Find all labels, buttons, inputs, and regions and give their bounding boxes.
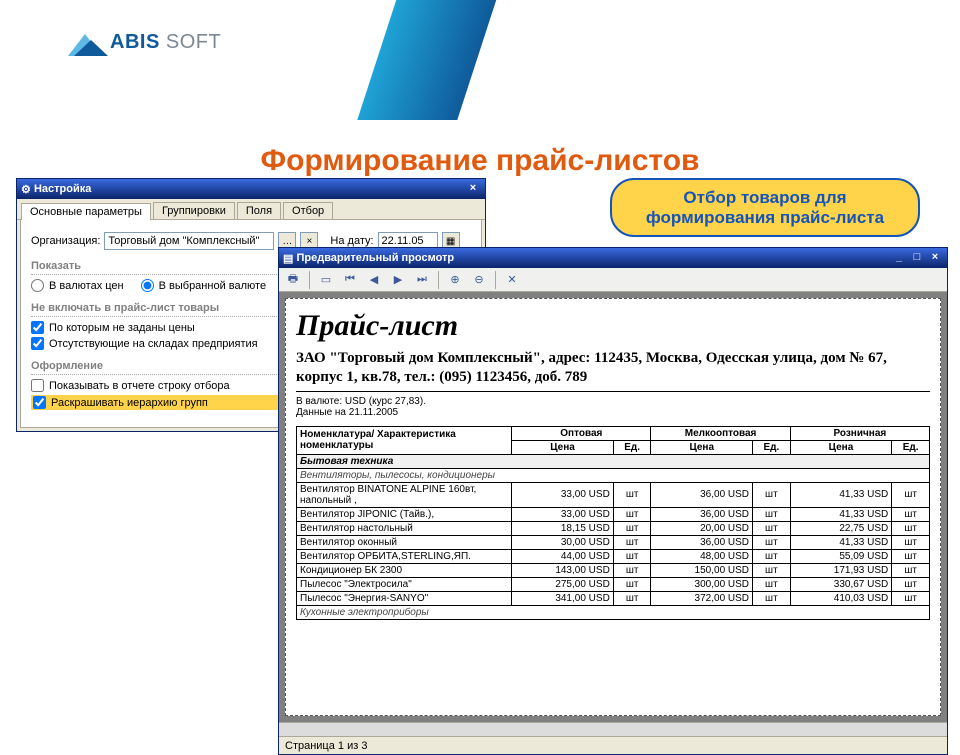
col-name: Номенклатура/ Характеристика номенклатур… xyxy=(297,426,512,454)
print-icon[interactable]: 🖶 xyxy=(283,270,303,290)
page-viewport[interactable]: Прайс-лист ЗАО "Торговый дом Комплексный… xyxy=(279,292,947,722)
tab-fields[interactable]: Поля xyxy=(237,202,281,219)
preview-window: ▤ Предварительный просмотр _ □ × 🖶 ▭ ⏮ ◀… xyxy=(278,247,948,755)
table-row: Кондиционер БК 2300143,00 USDшт150,00 US… xyxy=(297,563,930,577)
price-table: Номенклатура/ Характеристика номенклатур… xyxy=(296,426,930,620)
preview-toolbar: 🖶 ▭ ⏮ ◀ ▶ ⏭ ⊕ ⊖ ✕ xyxy=(279,268,947,292)
close-icon[interactable]: × xyxy=(465,182,481,196)
price-sheet: Прайс-лист ЗАО "Торговый дом Комплексный… xyxy=(285,298,941,716)
col-unit-1: Ед. xyxy=(613,440,651,454)
col-retail: Розничная xyxy=(790,426,929,440)
radio1-label: В валютах цен xyxy=(49,280,124,292)
window-icon: ⚙ xyxy=(21,183,31,196)
date-label: На дату: xyxy=(330,235,373,247)
chk4-label: Раскрашивать иерархию групп xyxy=(51,397,208,409)
col-price-1: Цена xyxy=(512,440,614,454)
settings-titlebar[interactable]: ⚙ Настройка × xyxy=(17,179,485,199)
chk-colorize-groups[interactable] xyxy=(33,396,46,409)
col-price-3: Цена xyxy=(790,440,892,454)
table-row: Вентилятор BINATONE ALPINE 160вт, наполь… xyxy=(297,482,930,507)
group-row: Бытовая техника xyxy=(297,454,930,468)
page-setup-icon[interactable]: ▭ xyxy=(316,270,336,290)
chk3-label: Показывать в отчете строку отбора xyxy=(49,380,230,392)
logo-text: ABIS SOFT xyxy=(110,31,221,54)
table-row: Пылесос "Энергия-SANYO"341,00 USDшт372,0… xyxy=(297,591,930,605)
table-row: Вентилятор JIPONIC (Тайв.),33,00 USDшт36… xyxy=(297,507,930,521)
company-info: ЗАО "Торговый дом Комплексный", адрес: 1… xyxy=(296,349,930,392)
next-page-icon[interactable]: ▶ xyxy=(388,270,408,290)
date-line: Данные на 21.11.2005 xyxy=(296,407,398,418)
table-row: Вентилятор оконный30,00 USDшт36,00 USDшт… xyxy=(297,535,930,549)
close-preview-icon[interactable]: ✕ xyxy=(502,270,522,290)
decorative-slant xyxy=(357,0,502,120)
zoom-in-icon[interactable]: ⊕ xyxy=(445,270,465,290)
page-status: Страница 1 из 3 xyxy=(285,740,367,752)
minimize-icon[interactable]: _ xyxy=(891,251,907,265)
radio2-label: В выбранной валюте xyxy=(159,280,266,292)
table-row: Пылесос "Электросила"275,00 USDшт300,00 … xyxy=(297,577,930,591)
brand-logo: ABIS SOFT xyxy=(68,28,221,56)
chk-out-of-stock[interactable] xyxy=(31,337,44,350)
callout-bubble: Отбор товаров для формирования прайс-лис… xyxy=(610,178,920,237)
subgroup-row: Вентиляторы, пылесосы, кондиционеры xyxy=(297,468,930,482)
col-small-wholesale: Мелкооптовая xyxy=(651,426,790,440)
logo-mark-icon xyxy=(68,28,102,56)
chk-no-prices[interactable] xyxy=(31,321,44,334)
chk2-label: Отсутствующие на складах предприятия xyxy=(49,338,258,350)
settings-title: Настройка xyxy=(34,183,91,195)
preview-statusbar: Страница 1 из 3 xyxy=(279,736,947,754)
close-icon[interactable]: × xyxy=(927,251,943,265)
table-row: Вентилятор ОРБИТА,STERLING,ЯП.44,00 USDш… xyxy=(297,549,930,563)
first-page-icon[interactable]: ⏮ xyxy=(340,270,360,290)
preview-titlebar[interactable]: ▤ Предварительный просмотр _ □ × xyxy=(279,248,947,268)
horizontal-scrollbar[interactable] xyxy=(279,722,947,736)
tab-main[interactable]: Основные параметры xyxy=(21,203,151,220)
chk-show-filter-row[interactable] xyxy=(31,379,44,392)
org-input[interactable] xyxy=(104,232,274,250)
tab-grouping[interactable]: Группировки xyxy=(153,202,235,219)
zoom-out-icon[interactable]: ⊖ xyxy=(469,270,489,290)
logo-primary: ABIS xyxy=(110,31,160,53)
currency-line: В валюте: USD (курс 27,83). xyxy=(296,396,426,407)
settings-tabs: Основные параметры Группировки Поля Отбо… xyxy=(17,199,485,220)
maximize-icon[interactable]: □ xyxy=(909,251,925,265)
table-row: Вентилятор настольный18,15 USDшт20,00 US… xyxy=(297,521,930,535)
radio-currency-prices[interactable] xyxy=(31,279,44,292)
prev-page-icon[interactable]: ◀ xyxy=(364,270,384,290)
radio-selected-currency[interactable] xyxy=(141,279,154,292)
col-wholesale: Оптовая xyxy=(512,426,651,440)
logo-secondary: SOFT xyxy=(166,31,221,53)
col-unit-3: Ед. xyxy=(892,440,930,454)
col-unit-2: Ед. xyxy=(753,440,791,454)
slide-title: Формирование прайс-листов xyxy=(0,144,960,178)
document-icon: ▤ xyxy=(283,252,293,265)
org-label: Организация: xyxy=(31,235,100,247)
doc-meta: В валюте: USD (курс 27,83). Данные на 21… xyxy=(296,396,930,418)
subgroup-row: Кухонные электроприборы xyxy=(297,605,930,619)
doc-heading: Прайс-лист xyxy=(296,309,930,343)
col-price-2: Цена xyxy=(651,440,753,454)
preview-title: Предварительный просмотр xyxy=(296,252,454,264)
chk1-label: По которым не заданы цены xyxy=(49,322,195,334)
last-page-icon[interactable]: ⏭ xyxy=(412,270,432,290)
tab-filter[interactable]: Отбор xyxy=(283,202,333,219)
